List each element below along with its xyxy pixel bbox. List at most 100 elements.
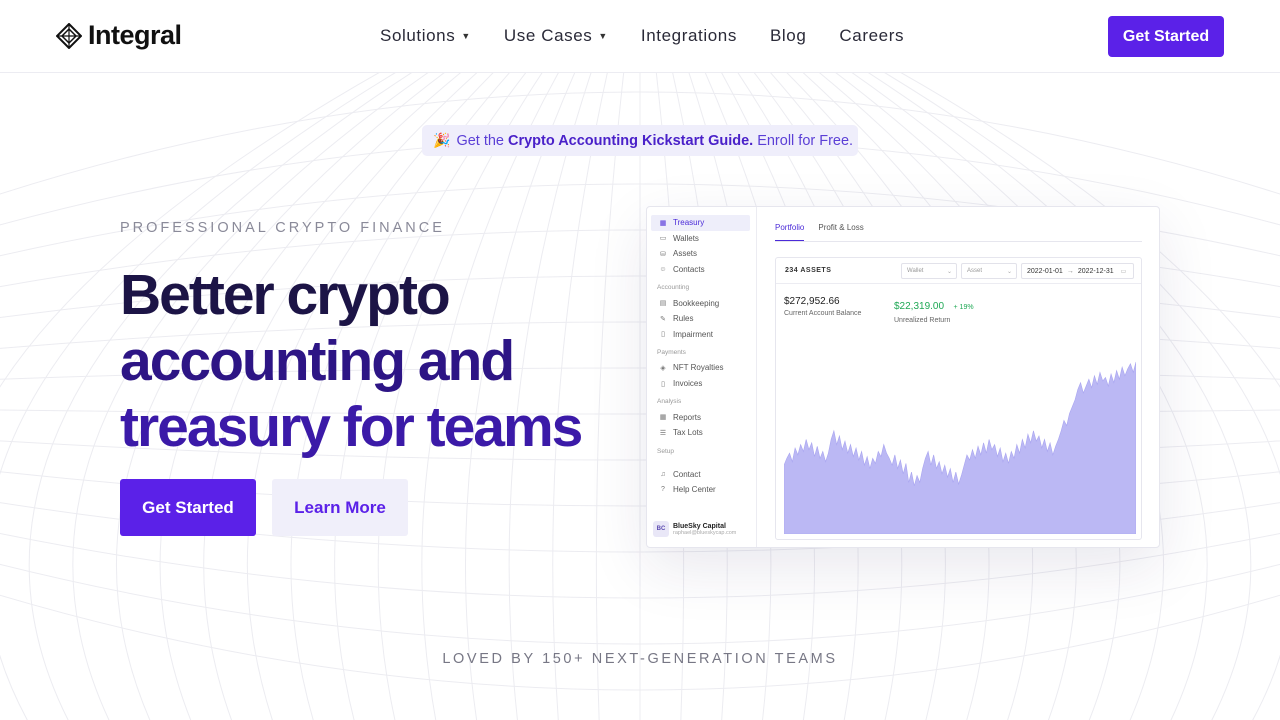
sidebar-item-reports: ▦ Reports <box>647 409 756 425</box>
nav-item-solutions[interactable]: Solutions ▼ <box>380 26 471 46</box>
balance-label: Current Account Balance <box>784 310 862 317</box>
header-get-started-button[interactable]: Get Started <box>1108 16 1224 57</box>
sidebar-section-setup: Setup <box>657 447 674 455</box>
nav-item-label: Blog <box>769 26 807 45</box>
table-icon: ▦ <box>659 414 667 422</box>
sidebar-section-accounting: Accounting <box>657 284 690 292</box>
sidebar-item-contact: ♫ Contact <box>647 467 756 483</box>
wallet-select-label: Wallet <box>907 268 924 274</box>
app-preview: ▦ Treasury ▭ Wallets ⛁ Assets ☺ Contacts… <box>646 206 1160 548</box>
sidebar-item-label: Wallets <box>673 233 699 243</box>
announcement-highlight[interactable]: Crypto Accounting Kickstart Guide. <box>508 133 753 149</box>
portfolio-panel: 234 ASSETS Wallet ⌄ Asset ⌄ 2022-01-01 →… <box>775 257 1142 540</box>
tab-divider <box>775 241 1142 242</box>
logo-text: Integral <box>88 20 182 50</box>
announcement-banner[interactable]: 🎉 Get the Crypto Accounting Kickstart Gu… <box>422 125 858 156</box>
sidebar-item-wallets: ▭ Wallets <box>647 231 756 247</box>
date-to: 2022-12-31 <box>1077 267 1114 275</box>
tab-profit-loss: Profit & Loss <box>818 223 864 232</box>
caret-down-icon: ▼ <box>461 31 471 41</box>
nav-item-integrations[interactable]: Integrations <box>641 26 737 46</box>
sidebar-item-label: Treasury <box>673 218 705 228</box>
sidebar-item-label: Bookkeeping <box>673 298 720 308</box>
sidebar-item-tax-lots: ☰ Tax Lots <box>647 425 756 441</box>
grid-line <box>0 594 1280 691</box>
sidebar-item-label: Tax Lots <box>673 428 703 438</box>
sidebar-item-treasury: ▦ Treasury <box>651 215 750 231</box>
diamond-icon: ◈ <box>660 364 666 372</box>
asset-select-label: Asset <box>967 268 983 274</box>
nav-item-label: Use Cases <box>503 26 593 45</box>
balance-stat: $272,952.66 Current Account Balance <box>784 296 861 317</box>
sidebar-item-label: Assets <box>673 249 698 259</box>
user-email: raphael@blueskycap.com <box>673 529 737 536</box>
party-popper-icon: 🎉 <box>433 132 451 148</box>
sidebar-item-label: NFT Royalties <box>673 363 724 373</box>
nav-item-blog[interactable]: Blog <box>770 26 806 46</box>
sidebar-item-label: Contact <box>673 469 701 479</box>
hero-eyebrow: PROFESSIONAL CRYPTO FINANCE <box>120 220 445 236</box>
sidebar-item-label: Rules <box>673 314 694 324</box>
date-from: 2022-01-01 <box>1027 267 1063 275</box>
tab-portfolio: Portfolio <box>775 223 805 241</box>
headset-icon: ♫ <box>660 470 666 478</box>
panel-header: 234 ASSETS Wallet ⌄ Asset ⌄ 2022-01-01 →… <box>776 258 1141 284</box>
sidebar-item-label: Help Center <box>673 485 716 495</box>
wallet-select: Wallet ⌄ <box>901 263 957 279</box>
asset-select: Asset ⌄ <box>961 263 1017 279</box>
sidebar-item-invoices: ▯ Invoices <box>647 376 756 392</box>
sidebar-item-contacts: ☺ Contacts <box>647 262 756 278</box>
get-started-button[interactable]: Get Started <box>120 479 256 536</box>
logo[interactable]: Integral <box>56 20 182 51</box>
sidebar-item-help-center: ? Help Center <box>647 482 756 498</box>
learn-more-button[interactable]: Learn More <box>272 479 408 536</box>
announcement-suffix: Enroll for Free. <box>757 132 854 149</box>
user-icon: ☺ <box>659 266 667 274</box>
sidebar-item-bookkeeping: ▤ Bookkeeping <box>647 295 756 311</box>
headline-line: Better crypto <box>120 263 451 327</box>
assets-count: 234 ASSETS <box>785 267 832 274</box>
return-percent: + 19% <box>953 304 974 311</box>
help-icon: ? <box>661 486 665 494</box>
social-proof-label: LOVED BY 150+ NEXT-GENERATION TEAMS <box>442 651 838 667</box>
stack-icon: ☰ <box>659 429 667 437</box>
app-main: Portfolio Profit & Loss 234 ASSETS Walle… <box>757 207 1159 547</box>
headline-line: accounting and <box>120 329 515 393</box>
return-stat: $22,319.00 + 19% Unrealized Return <box>894 296 974 324</box>
return-label: Unrealized Return <box>894 317 951 324</box>
chevron-down-icon: ⌄ <box>1006 268 1012 275</box>
nav-item-label: Integrations <box>640 26 737 45</box>
portfolio-chart <box>784 361 1136 534</box>
book-icon: ▤ <box>659 300 667 308</box>
nav-item-label: Solutions <box>380 26 456 45</box>
return-value: $22,319.00 <box>894 301 945 312</box>
sidebar-item-assets: ⛁ Assets <box>647 246 756 262</box>
nav-item-careers[interactable]: Careers <box>839 26 904 46</box>
date-range-picker: 2022-01-01 → 2022-12-31 ▭ <box>1021 263 1134 279</box>
bank-icon: ▦ <box>659 219 667 227</box>
balance-value: $272,952.66 <box>784 296 840 307</box>
avatar: BC <box>653 521 669 537</box>
tab-bar: Portfolio Profit & Loss <box>775 223 864 241</box>
hero-headline: Better crypto accounting and treasury fo… <box>120 262 640 460</box>
headline-line: treasury for teams <box>120 395 583 459</box>
arrow-right-icon: → <box>1066 267 1074 275</box>
sidebar-item-label: Impairment <box>673 329 714 339</box>
integral-logo-icon <box>56 22 82 49</box>
sidebar-item-label: Contacts <box>673 265 705 275</box>
document-icon: ▯ <box>661 331 665 339</box>
sidebar-item-rules: ✎ Rules <box>647 311 756 327</box>
nav-item-use-cases[interactable]: Use Cases ▼ <box>504 26 608 46</box>
sidebar-item-impairment: ▯ Impairment <box>647 327 756 343</box>
caret-down-icon: ▼ <box>598 31 608 41</box>
app-sidebar: ▦ Treasury ▭ Wallets ⛁ Assets ☺ Contacts… <box>647 207 757 547</box>
grid-line <box>0 563 1280 645</box>
sidebar-item-nft-royalties: ◈ NFT Royalties <box>647 360 756 376</box>
chart-area-series <box>784 361 1136 534</box>
invoice-icon: ▯ <box>661 380 665 388</box>
sidebar-item-label: Invoices <box>673 379 703 389</box>
site-header: Integral Solutions ▼ Use Cases ▼ Integra… <box>0 0 1280 73</box>
main-nav: Solutions ▼ Use Cases ▼ Integrations Blo… <box>380 26 937 46</box>
chevron-down-icon: ⌄ <box>946 268 952 275</box>
user-name: BlueSky Capital <box>673 522 726 530</box>
